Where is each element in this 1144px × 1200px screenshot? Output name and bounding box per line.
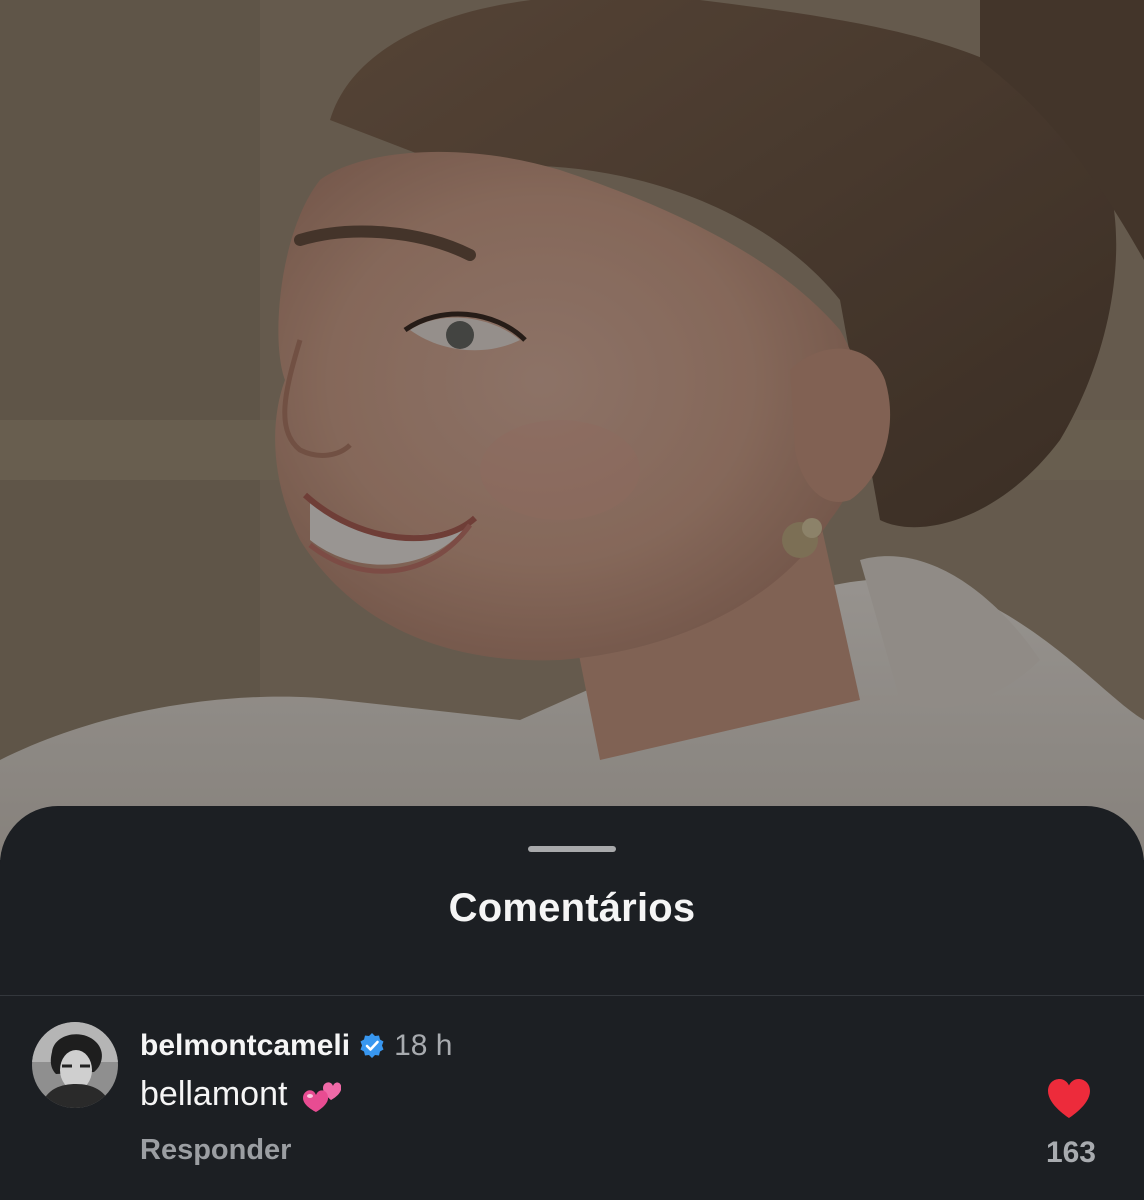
heart-icon[interactable]: [1046, 1078, 1092, 1120]
like-count: 163: [1045, 1136, 1096, 1169]
two-hearts-emoji: [301, 1074, 342, 1114]
reply-button[interactable]: Responder: [140, 1134, 291, 1167]
avatar-image: [32, 1022, 118, 1108]
comment-text: bellamont: [140, 1074, 342, 1114]
comment-body: bellamont: [140, 1074, 288, 1113]
avatar[interactable]: [32, 1022, 118, 1108]
comment-item: belmontcameli 18 h bellamont Responder 1…: [0, 1006, 1144, 1196]
username[interactable]: belmontcameli: [140, 1029, 350, 1063]
photo-dim-overlay: [0, 0, 1144, 860]
sheet-title: Comentários: [448, 886, 696, 930]
comment-meta: belmontcameli 18 h: [140, 1026, 452, 1066]
comments-sheet[interactable]: Comentários belmontcameli 18 h bellamont…: [0, 806, 1144, 1200]
verified-badge-icon: [358, 1032, 386, 1060]
screen: Comentários belmontcameli 18 h bellamont…: [0, 0, 1144, 1200]
comment-time: 18 h: [394, 1029, 453, 1062]
background-photo: [0, 0, 1144, 860]
sheet-grabber[interactable]: [528, 846, 616, 852]
header-divider: [0, 995, 1144, 996]
